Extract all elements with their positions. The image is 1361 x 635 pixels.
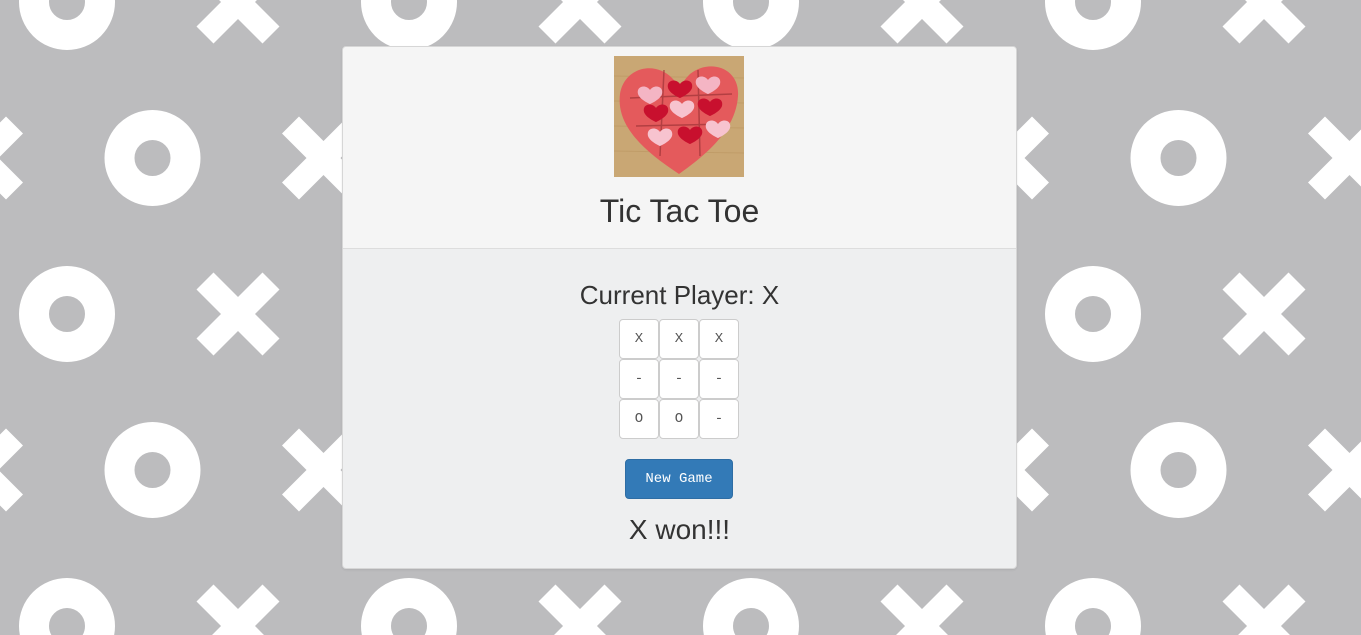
current-player-status: Current Player: X <box>343 278 1016 312</box>
o-icon <box>703 578 799 635</box>
game-board: X X X - - - O O - <box>619 319 740 439</box>
o-icon <box>703 0 799 50</box>
x-icon <box>880 584 964 635</box>
x-icon <box>196 584 280 635</box>
x-icon <box>196 0 280 44</box>
board-cell[interactable]: O <box>659 399 699 439</box>
board-cell[interactable]: - <box>699 399 739 439</box>
x-icon <box>880 0 964 44</box>
o-icon <box>1045 266 1141 362</box>
o-icon <box>104 422 201 518</box>
o-icon <box>1045 578 1141 635</box>
x-icon <box>196 272 280 356</box>
status-label: Current Player: <box>579 280 762 310</box>
board-cell[interactable]: X <box>619 319 659 359</box>
board-cell[interactable]: O <box>619 399 659 439</box>
new-game-button[interactable]: New Game <box>625 459 733 499</box>
o-icon <box>19 266 115 362</box>
x-icon <box>0 428 23 512</box>
o-icon <box>1130 110 1227 206</box>
o-icon <box>361 0 457 50</box>
game-result: X won!!! <box>628 514 731 545</box>
x-icon <box>1222 272 1306 356</box>
panel-header: Tic Tac Toe <box>343 47 1016 249</box>
x-icon <box>0 116 23 200</box>
o-icon <box>361 578 457 635</box>
panel-body: Current Player: X X X X - - - O O - New … <box>343 249 1016 568</box>
current-player-value: X <box>761 280 780 310</box>
x-icon <box>1222 584 1306 635</box>
o-icon <box>104 110 201 206</box>
page-title: Tic Tac Toe <box>599 193 760 229</box>
board-cell[interactable]: X <box>699 319 739 359</box>
x-icon <box>1308 428 1361 512</box>
game-panel: Tic Tac Toe Current Player: X X X X - - … <box>342 46 1017 569</box>
board-cell[interactable]: - <box>699 359 739 399</box>
heart-tic-tac-toe-image <box>614 56 744 177</box>
board-cell[interactable]: X <box>659 319 699 359</box>
x-icon <box>538 584 622 635</box>
o-icon <box>19 0 115 50</box>
o-icon <box>1045 0 1141 50</box>
o-icon <box>1130 422 1227 518</box>
board-cell[interactable]: - <box>619 359 659 399</box>
x-icon <box>1222 0 1306 44</box>
o-icon <box>19 578 115 635</box>
x-icon <box>1308 116 1361 200</box>
x-icon <box>538 0 622 44</box>
board-cell[interactable]: - <box>659 359 699 399</box>
